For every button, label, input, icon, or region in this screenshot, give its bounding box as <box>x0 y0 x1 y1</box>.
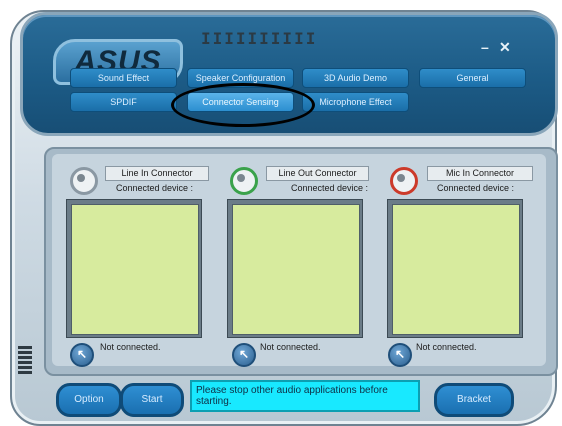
line-out-status: Not connected. <box>260 342 321 352</box>
left-grip-icon <box>18 344 32 382</box>
close-icon[interactable]: ✕ <box>499 39 511 56</box>
mic-in-jack-icon <box>390 167 418 195</box>
tab-microphone-effect[interactable]: Microphone Effect <box>302 92 409 112</box>
line-in-status-icon: ↖ <box>70 343 94 367</box>
mic-in-display <box>387 199 523 338</box>
line-in-status: Not connected. <box>100 342 161 352</box>
mic-in-device-label: Connected device : <box>437 183 515 193</box>
top-grille: IIIIIIIIII <box>201 29 318 48</box>
status-message: Please stop other audio applications bef… <box>190 380 420 412</box>
minimize-icon[interactable]: – <box>481 39 489 55</box>
mic-in-status-icon: ↖ <box>388 343 412 367</box>
tab-spdif[interactable]: SPDIF <box>70 92 177 112</box>
line-out-status-icon: ↖ <box>232 343 256 367</box>
line-in-jack-icon <box>70 167 98 195</box>
tab-general[interactable]: General <box>419 68 526 88</box>
tab-sound-effect[interactable]: Sound Effect <box>70 68 177 88</box>
mic-in-title: Mic In Connector <box>427 166 533 181</box>
tab-3d-audio-demo[interactable]: 3D Audio Demo <box>302 68 409 88</box>
bracket-button[interactable]: Bracket <box>434 383 514 417</box>
line-out-jack-icon <box>230 167 258 195</box>
line-out-display <box>227 199 363 338</box>
line-in-title: Line In Connector <box>105 166 209 181</box>
line-out-device-label: Connected device : <box>291 183 369 193</box>
selection-ring <box>171 83 315 127</box>
line-in-display <box>66 199 202 338</box>
line-out-title: Line Out Connector <box>266 166 369 181</box>
mic-in-status: Not connected. <box>416 342 477 352</box>
line-in-device-label: Connected device : <box>116 183 194 193</box>
option-button[interactable]: Option <box>56 383 122 417</box>
start-button[interactable]: Start <box>120 383 184 417</box>
